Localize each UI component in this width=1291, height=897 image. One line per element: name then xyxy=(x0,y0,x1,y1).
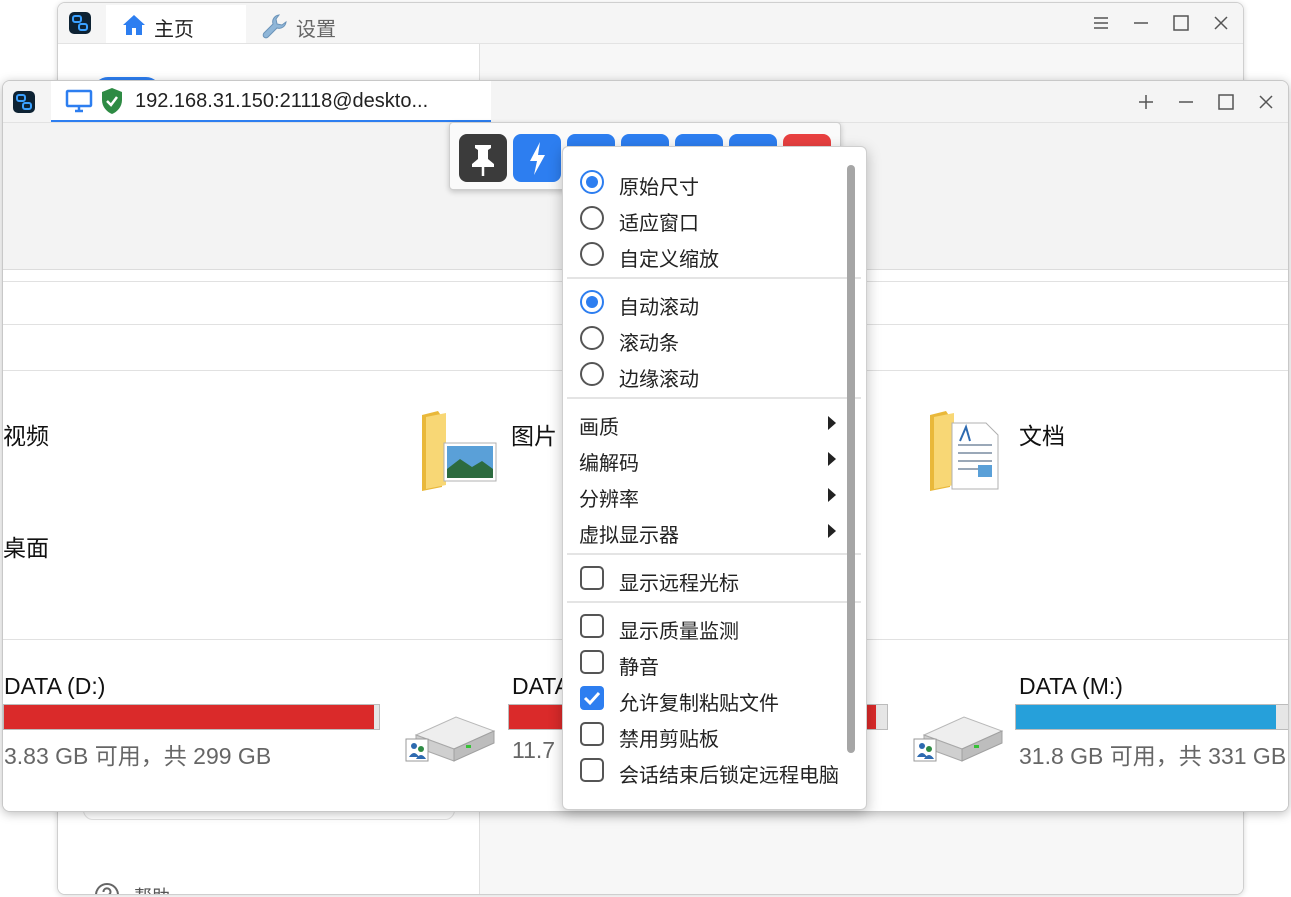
app-logo-icon xyxy=(12,90,36,119)
menu-item-scrollbar[interactable]: 滚动条 xyxy=(563,320,853,356)
folder-documents-label[interactable]: 文档 xyxy=(1019,417,1065,451)
minimize-icon[interactable] xyxy=(1176,92,1196,112)
submenu-arrow-icon xyxy=(828,416,836,430)
drive-usage-fill xyxy=(1016,705,1277,729)
radio-icon xyxy=(579,325,605,356)
radio-icon xyxy=(579,205,605,236)
tab-settings[interactable]: 设置 xyxy=(258,5,398,43)
submenu-arrow-icon xyxy=(828,524,836,538)
menu-separator xyxy=(567,601,861,603)
checkbox-icon xyxy=(579,685,605,716)
folder-videos-label[interactable]: 视频 xyxy=(3,417,49,451)
menu-scrollbar[interactable] xyxy=(847,165,855,753)
lightning-icon xyxy=(530,142,545,175)
network-drive-icon[interactable] xyxy=(912,713,1004,772)
folder-desktop-label[interactable]: 桌面 xyxy=(3,529,49,563)
menu-item-label: 适应窗口 xyxy=(619,213,699,235)
menu-item-original-size[interactable]: 原始尺寸 xyxy=(563,164,853,200)
network-drive-icon[interactable] xyxy=(404,713,496,772)
menu-item-label: 显示远程光标 xyxy=(619,573,739,595)
menu-item-resolution[interactable]: 分辨率 xyxy=(563,476,853,512)
folder-pictures-label[interactable]: 图片 xyxy=(511,417,557,451)
session-title: 192.168.31.150:21118@deskto... xyxy=(135,90,429,112)
drive-name[interactable]: DATA (M:) xyxy=(1019,673,1123,700)
add-tab-icon[interactable] xyxy=(1136,92,1156,112)
menu-item-fit-window[interactable]: 适应窗口 xyxy=(563,200,853,236)
menu-item-virtual-display[interactable]: 虚拟显示器 xyxy=(563,512,853,548)
session-tab[interactable]: 192.168.31.150:21118@deskto... xyxy=(51,81,491,122)
radio-icon xyxy=(579,241,605,272)
drive-name[interactable]: DATA (D:) xyxy=(4,673,105,700)
radio-icon xyxy=(579,169,605,200)
shield-check-icon xyxy=(100,87,124,120)
menu-item-mute[interactable]: 静音 xyxy=(563,644,853,680)
documents-folder-icon[interactable] xyxy=(928,409,1006,498)
menu-item-label: 边缘滚动 xyxy=(619,369,699,391)
display-settings-menu: 原始尺寸 适应窗口 自定义缩放 自动滚动 滚动条 边缘滚动 画质 编解码 分辨率… xyxy=(562,146,867,810)
monitor-icon xyxy=(65,89,93,118)
tab-settings-label: 设置 xyxy=(296,19,336,41)
radio-icon xyxy=(579,289,605,320)
menu-item-label: 编解码 xyxy=(579,453,639,475)
menu-item-label: 静音 xyxy=(619,657,659,679)
checkbox-icon xyxy=(579,757,605,788)
menu-item-label: 原始尺寸 xyxy=(619,177,699,199)
tab-home[interactable]: 主页 xyxy=(106,5,246,43)
menu-icon[interactable] xyxy=(1091,13,1111,33)
menu-item-quality-monitor[interactable]: 显示质量监测 xyxy=(563,608,853,644)
menu-item-quality[interactable]: 画质 xyxy=(563,404,853,440)
action-button[interactable] xyxy=(513,134,561,182)
minimize-icon[interactable] xyxy=(1131,13,1151,33)
menu-item-label: 滚动条 xyxy=(619,333,679,355)
menu-item-label: 自定义缩放 xyxy=(619,249,719,271)
close-icon[interactable] xyxy=(1256,92,1276,112)
checkbox-icon xyxy=(579,565,605,596)
menu-item-label: 分辨率 xyxy=(579,489,639,511)
drive-space-text: 11.7 xyxy=(512,737,556,763)
menu-item-label: 虚拟显示器 xyxy=(579,525,679,547)
pictures-folder-icon[interactable] xyxy=(420,409,498,498)
menu-item-disable-clipboard[interactable]: 禁用剪贴板 xyxy=(563,716,853,752)
menu-item-label: 显示质量监测 xyxy=(619,621,739,643)
radio-icon xyxy=(579,361,605,392)
menu-item-edge-scroll[interactable]: 边缘滚动 xyxy=(563,356,853,392)
drive-space-text: 3.83 GB 可用，共 299 GB xyxy=(4,743,272,769)
help-label: 帮助 xyxy=(134,883,170,894)
menu-item-custom-scale[interactable]: 自定义缩放 xyxy=(563,236,853,272)
menu-separator xyxy=(567,397,861,399)
home-icon xyxy=(122,14,146,41)
menu-item-label: 会话结束后锁定远程电脑 xyxy=(619,765,839,787)
menu-item-label: 禁用剪贴板 xyxy=(619,729,719,751)
session-title-bar: 192.168.31.150:21118@deskto... xyxy=(3,81,1288,123)
pin-toolbar-button[interactable] xyxy=(459,134,507,182)
menu-item-label: 允许复制粘贴文件 xyxy=(619,693,779,715)
maximize-icon[interactable] xyxy=(1216,92,1236,112)
submenu-arrow-icon xyxy=(828,488,836,502)
menu-item-lock-after-session[interactable]: 会话结束后锁定远程电脑 xyxy=(563,752,853,788)
menu-item-show-remote-cursor[interactable]: 显示远程光标 xyxy=(563,560,853,596)
drive-usage-fill xyxy=(4,705,375,729)
wrench-icon xyxy=(262,13,288,44)
menu-item-label: 画质 xyxy=(579,417,619,439)
tab-home-label: 主页 xyxy=(154,19,194,41)
help-icon xyxy=(94,882,120,894)
menu-separator xyxy=(567,553,861,555)
maximize-icon[interactable] xyxy=(1171,13,1191,33)
menu-item-codec[interactable]: 编解码 xyxy=(563,440,853,476)
menu-item-auto-scroll[interactable]: 自动滚动 xyxy=(563,284,853,320)
app-logo-icon xyxy=(68,11,92,40)
menu-item-allow-file-copy-paste[interactable]: 允许复制粘贴文件 xyxy=(563,680,853,716)
checkbox-icon xyxy=(579,613,605,644)
submenu-arrow-icon xyxy=(828,452,836,466)
checkbox-icon xyxy=(579,721,605,752)
menu-item-label: 自动滚动 xyxy=(619,297,699,319)
main-title-bar: 主页 设置 xyxy=(58,3,1243,44)
close-icon[interactable] xyxy=(1211,13,1231,33)
drive-usage-bar xyxy=(1015,704,1288,730)
drive-space-text: 31.8 GB 可用，共 331 GB xyxy=(1019,743,1287,769)
menu-separator xyxy=(567,277,861,279)
pin-icon xyxy=(472,145,494,176)
drive-usage-bar xyxy=(3,704,380,730)
checkbox-icon xyxy=(579,649,605,680)
